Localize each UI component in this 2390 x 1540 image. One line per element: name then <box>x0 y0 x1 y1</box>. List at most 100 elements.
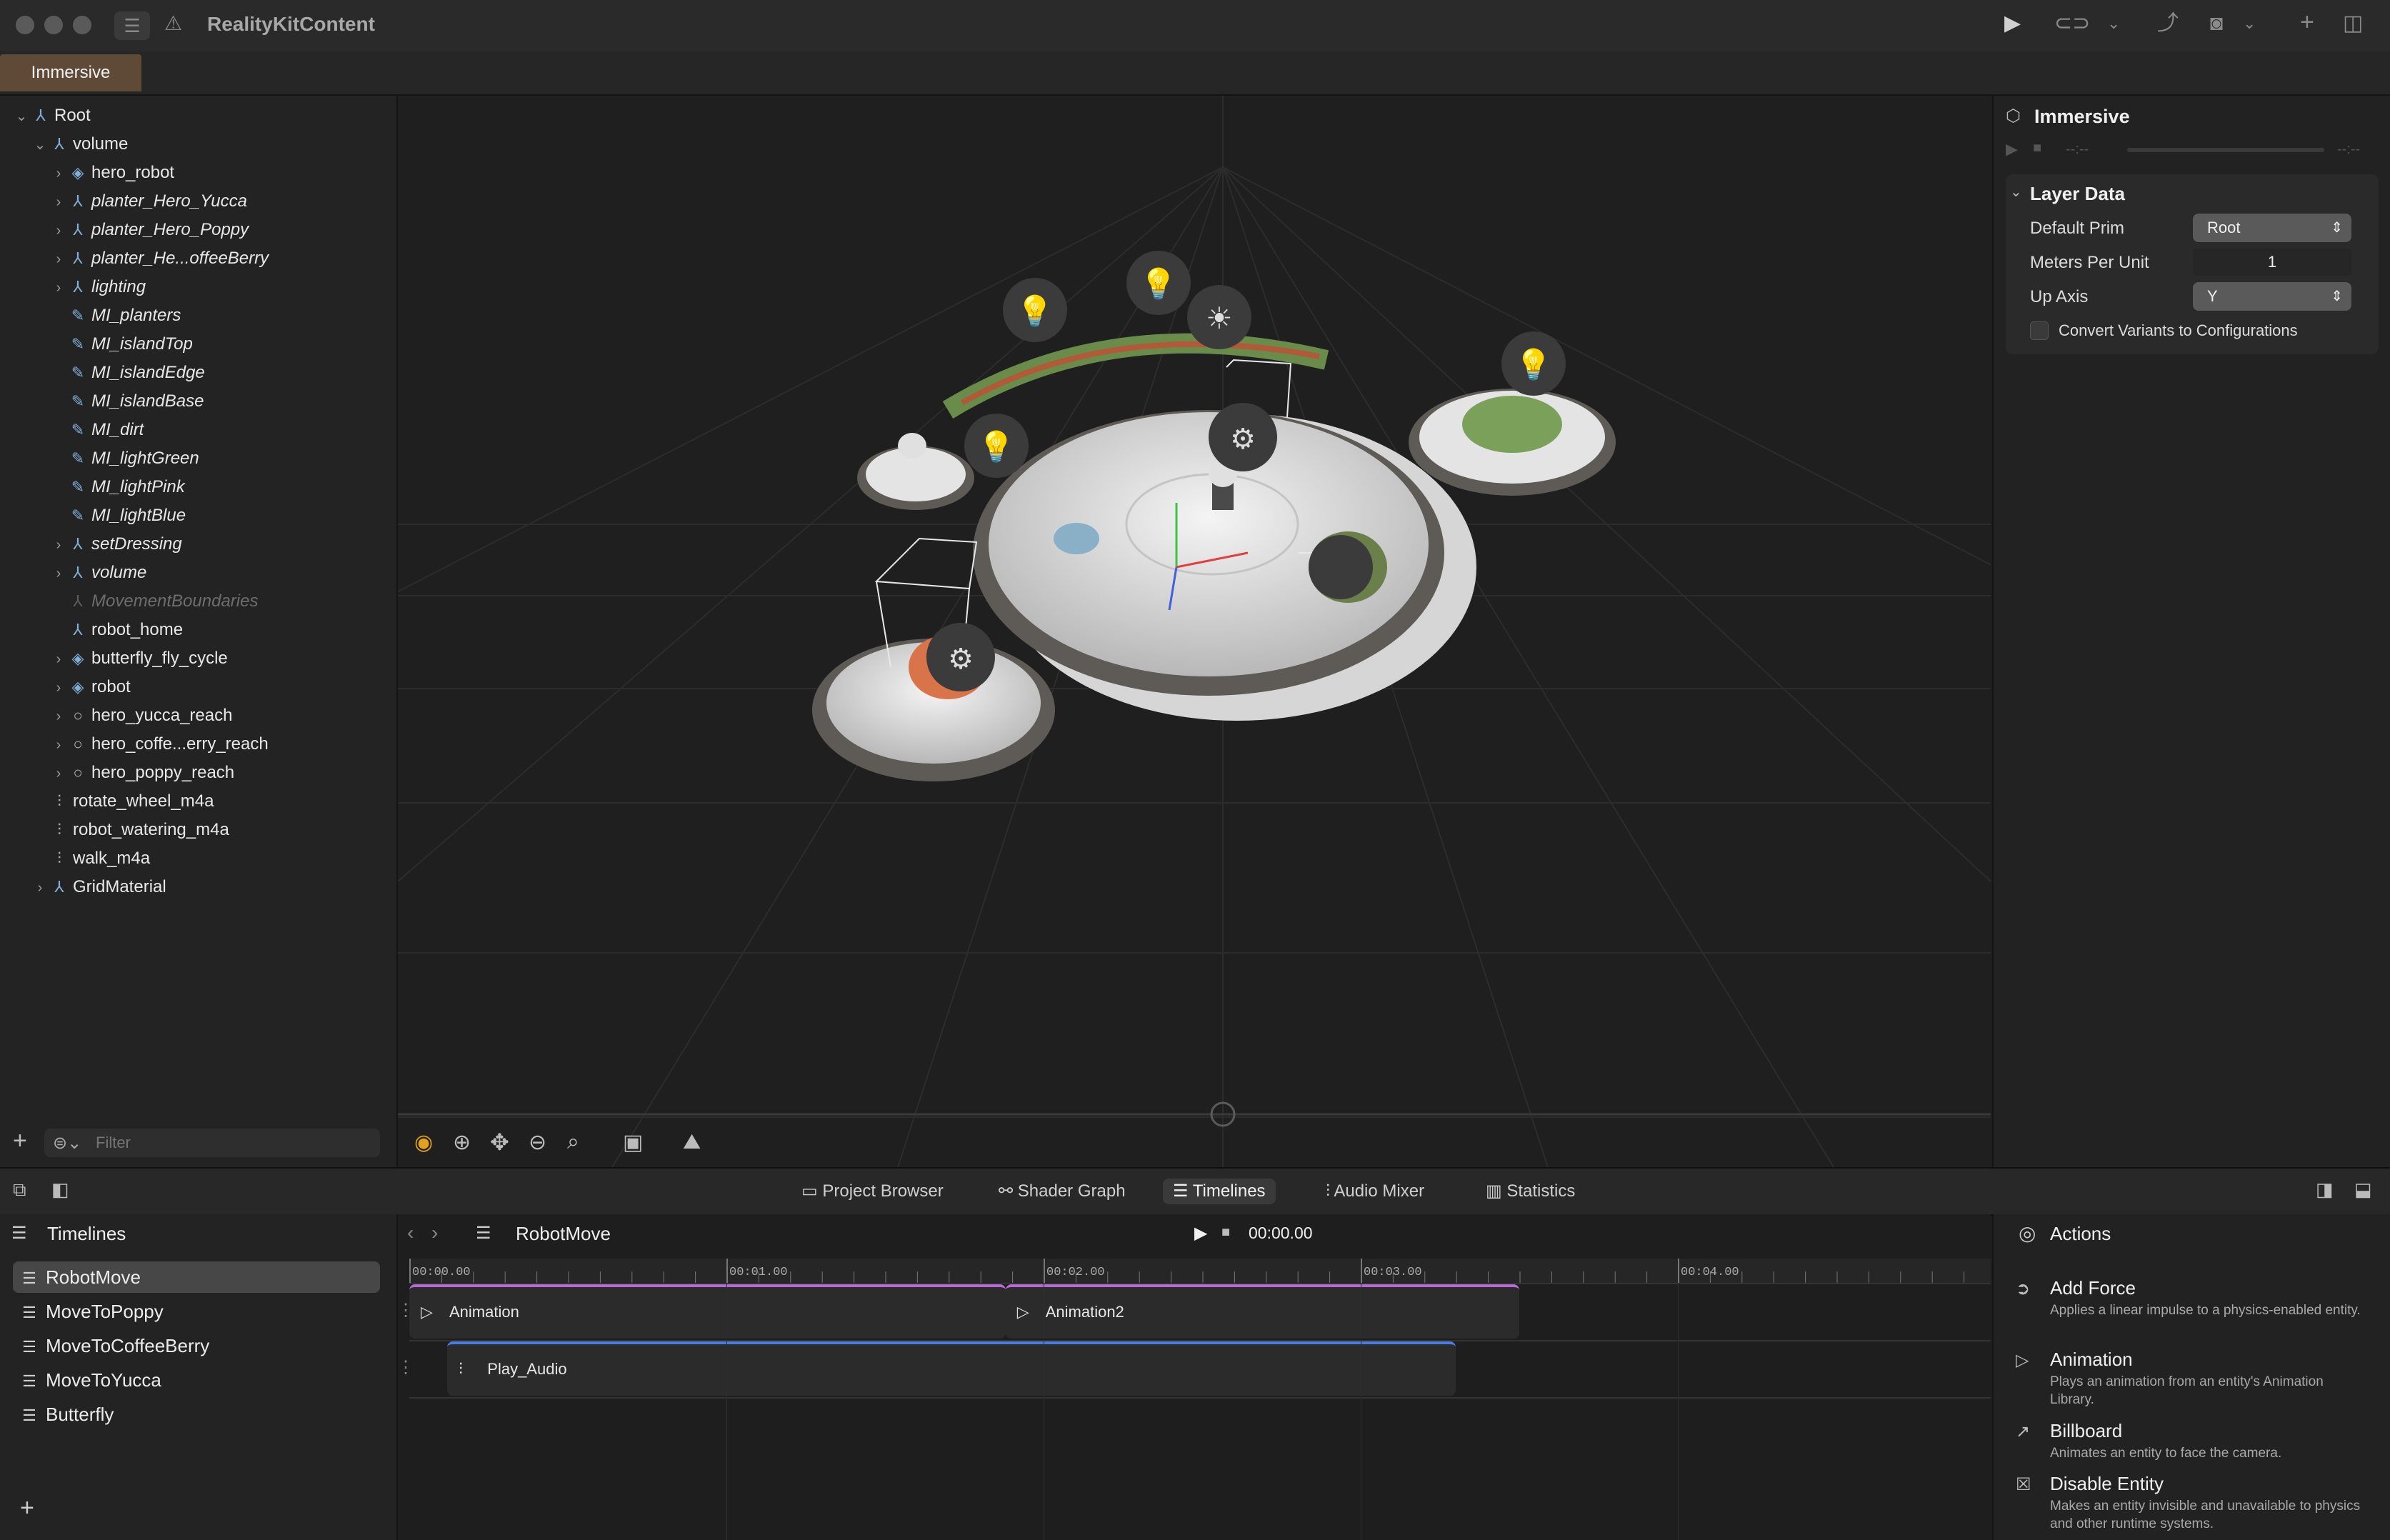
rotate-tool-icon[interactable]: ⊖ <box>529 1130 546 1155</box>
warning-icon[interactable]: ⚠ <box>164 13 182 34</box>
preview-play-icon[interactable]: ▶ <box>2006 140 2018 159</box>
tree-item[interactable]: › ◈ butterfly_fly_cycle <box>50 644 228 673</box>
tree-item[interactable]: ⅄ MovementBoundaries <box>50 587 258 616</box>
disclosure-chevron-icon[interactable]: › <box>50 559 67 588</box>
tree-item[interactable]: ✎ MI_islandTop <box>50 330 193 359</box>
add-icon[interactable]: + <box>2300 10 2314 34</box>
tree-item[interactable]: ✎ MI_planters <box>50 301 181 330</box>
camera-view-icon[interactable]: ▣ <box>623 1130 643 1155</box>
timeline-clip[interactable]: ▷ Animation <box>409 1284 1006 1339</box>
sidebar-left-icon[interactable]: ◧ <box>51 1179 69 1201</box>
tab-audio-mixer[interactable]: ⫶ Audio Mixer <box>1316 1179 1434 1204</box>
meters-per-unit-field[interactable]: 1 <box>2193 249 2351 276</box>
minimize-window-button[interactable] <box>44 16 63 34</box>
tree-item[interactable]: ⅄ robot_home <box>50 616 183 644</box>
bottom-panel-icon[interactable]: ⬓ <box>2354 1179 2372 1201</box>
tree-item[interactable]: › ⅄ planter_He...offeeBerry <box>50 244 269 273</box>
select-tool-icon[interactable]: ◉ <box>414 1130 433 1155</box>
tree-item[interactable]: ✎ MI_dirt <box>50 416 144 444</box>
preview-stop-icon[interactable]: ■ <box>2033 140 2041 156</box>
tree-item[interactable]: ⌄ ⅄ volume <box>31 130 129 159</box>
timeline-clip[interactable]: ▷ Animation2 <box>1005 1284 1519 1339</box>
timeline-stop-icon[interactable]: ■ <box>1221 1224 1230 1241</box>
zoom-tool-icon[interactable]: ⌕ <box>567 1130 579 1154</box>
move-tool-icon[interactable]: ✥ <box>490 1129 509 1156</box>
disclosure-chevron-icon[interactable]: › <box>50 759 67 788</box>
camera-icon[interactable]: ◙ <box>2210 13 2223 34</box>
panel-layout-icon[interactable]: ⧉ <box>13 1179 26 1201</box>
disclosure-chevron-icon[interactable]: › <box>50 188 67 216</box>
tab-project-browser[interactable]: ▭ Project Browser <box>791 1179 954 1204</box>
3d-viewport[interactable]: 💡 💡 ☀ 💡 💡 ⚙ ⚙ <box>398 96 1991 1167</box>
camera-menu-chevron-icon[interactable]: ⌄ <box>2243 13 2256 34</box>
tree-item-label: volume <box>91 563 147 582</box>
track-handle-icon[interactable]: ⋮ <box>397 1357 414 1378</box>
add-entity-icon[interactable]: + <box>13 1129 27 1153</box>
tree-item[interactable]: ⌄ ⅄ Root <box>13 101 91 130</box>
tree-item[interactable]: › ○ hero_poppy_reach <box>50 759 235 788</box>
disclosure-chevron-icon[interactable]: › <box>50 731 67 759</box>
filter-options-icon[interactable]: ⊜⌄ <box>53 1133 81 1154</box>
timeline-list-item[interactable]: ☰ Butterfly <box>13 1399 380 1430</box>
disclosure-chevron-icon[interactable]: › <box>50 159 67 188</box>
section-chevron-icon[interactable]: ⌄ <box>2010 183 2022 201</box>
timeline-list-item[interactable]: ☰ MoveToCoffeeBerry <box>13 1330 380 1361</box>
tree-item[interactable]: ⫶ rotate_wheel_m4a <box>31 787 214 816</box>
tree-item[interactable]: › ⅄ GridMaterial <box>31 873 166 901</box>
disclosure-chevron-icon[interactable]: › <box>50 674 67 702</box>
disclosure-chevron-icon[interactable]: › <box>50 531 67 559</box>
tree-item[interactable]: ✎ MI_lightGreen <box>50 444 199 473</box>
tab-timelines[interactable]: ☰ Timelines <box>1163 1179 1276 1204</box>
disclosure-chevron-icon[interactable]: › <box>50 216 67 245</box>
tab-statistics[interactable]: ▥ Statistics <box>1476 1179 1585 1204</box>
tree-item[interactable]: › ⅄ setDressing <box>50 530 182 559</box>
tree-item[interactable]: ✎ MI_lightBlue <box>50 501 186 530</box>
tree-item[interactable]: › ⅄ volume <box>50 559 147 588</box>
timeline-list-item[interactable]: ☰ MoveToPoppy <box>13 1296 380 1327</box>
tree-item[interactable]: › ○ hero_coffe...erry_reach <box>50 730 269 759</box>
filter-input[interactable] <box>44 1129 380 1157</box>
tree-item[interactable]: › ⅄ planter_Hero_Yucca <box>50 187 247 216</box>
preview-scrubber[interactable] <box>2127 148 2324 152</box>
zoom-window-button[interactable] <box>73 16 91 34</box>
back-chevron-icon[interactable]: ‹ <box>407 1221 414 1244</box>
tab-immersive[interactable]: Immersive <box>0 54 141 91</box>
tree-item[interactable]: › ○ hero_yucca_reach <box>50 701 233 731</box>
disclosure-chevron-icon[interactable]: › <box>50 274 67 302</box>
close-window-button[interactable] <box>16 16 34 34</box>
default-prim-select[interactable]: Root ⇕ <box>2193 214 2351 242</box>
tree-item[interactable]: › ◈ hero_robot <box>50 159 174 187</box>
tree-item[interactable]: › ⅄ lighting <box>50 273 146 301</box>
add-timeline-icon[interactable]: + <box>20 1494 34 1522</box>
tree-item[interactable]: ⫶ walk_m4a <box>31 844 150 873</box>
environment-icon[interactable]: ⛰ <box>683 1130 701 1154</box>
tree-item[interactable]: ✎ MI_lightPink <box>50 473 185 501</box>
disclosure-chevron-icon[interactable]: ⌄ <box>31 131 49 159</box>
tab-shader-graph[interactable]: ⚯ Shader Graph <box>989 1179 1136 1204</box>
timeline-list-item[interactable]: ☰ RobotMove <box>13 1261 380 1293</box>
sidebar-toggle-icon[interactable]: ☰ <box>114 11 150 40</box>
tree-item[interactable]: ⫶ robot_watering_m4a <box>31 816 229 844</box>
timeline-list-item[interactable]: ☰ MoveToYucca <box>13 1364 380 1396</box>
disclosure-chevron-icon[interactable]: ⌄ <box>13 102 30 131</box>
forward-chevron-icon[interactable]: › <box>431 1221 438 1244</box>
chevron-down-icon[interactable]: ⌄ <box>2107 13 2120 34</box>
sidebar-right-icon[interactable]: ◨ <box>2316 1179 2334 1201</box>
inspector-toggle-icon[interactable]: ◫ <box>2343 13 2363 34</box>
up-axis-select[interactable]: Y ⇕ <box>2193 282 2351 311</box>
disclosure-chevron-icon[interactable]: › <box>50 245 67 274</box>
convert-variants-checkbox[interactable] <box>2030 321 2049 340</box>
disclosure-chevron-icon[interactable]: › <box>50 702 67 731</box>
disclosure-chevron-icon[interactable]: › <box>31 874 49 902</box>
timeline-play-icon[interactable]: ▶ <box>1194 1223 1207 1244</box>
play-icon[interactable]: ▶ <box>2004 13 2021 34</box>
headset-icon[interactable]: ⊂⊃ <box>2054 13 2090 34</box>
disclosure-chevron-icon[interactable]: › <box>50 645 67 674</box>
tree-item[interactable]: ✎ MI_islandEdge <box>50 359 205 387</box>
tree-item[interactable]: › ⅄ planter_Hero_Poppy <box>50 216 249 244</box>
tree-item[interactable]: › ◈ robot <box>50 673 131 701</box>
timeline-clip[interactable]: ⫶ Play_Audio <box>447 1341 1456 1396</box>
tree-item[interactable]: ✎ MI_islandBase <box>50 387 204 416</box>
share-icon[interactable]: ⤴ <box>2157 13 2179 34</box>
orbit-tool-icon[interactable]: ⊕ <box>453 1130 471 1155</box>
